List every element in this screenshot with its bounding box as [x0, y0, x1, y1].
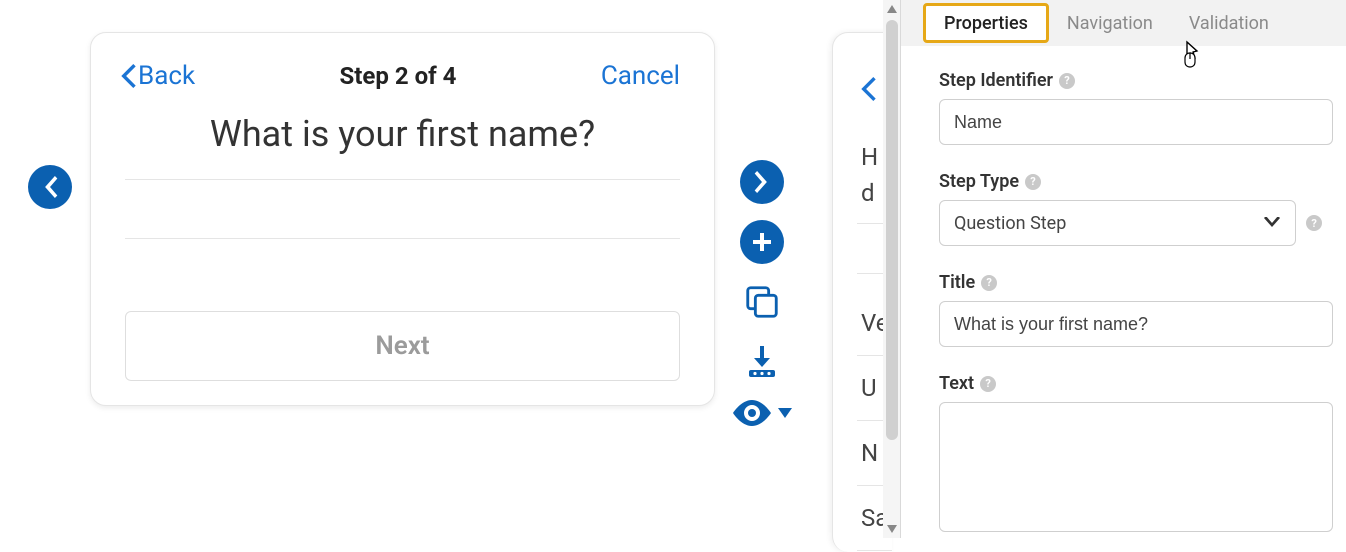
download-icon [744, 344, 780, 380]
scroll-up-button[interactable] [883, 0, 901, 18]
divider [125, 238, 680, 239]
scroll-down-button[interactable] [883, 520, 901, 538]
vertical-scrollbar[interactable] [883, 0, 901, 538]
prev-step-button[interactable] [28, 165, 72, 209]
caret-down-icon [887, 525, 897, 533]
chevron-left-icon [121, 64, 136, 88]
text-label: Text ? [939, 373, 1322, 394]
text-input[interactable] [939, 402, 1333, 532]
help-icon[interactable]: ? [1059, 73, 1075, 89]
next-label: Next [375, 331, 429, 361]
preview-button[interactable] [732, 400, 792, 426]
help-icon[interactable]: ? [1306, 215, 1322, 231]
step-indicator: Step 2 of 4 [340, 62, 457, 90]
back-label: Back [138, 61, 195, 91]
tab-properties[interactable]: Properties [923, 3, 1049, 43]
title-label: Title ? [939, 272, 1322, 293]
plus-icon [750, 230, 774, 254]
help-icon[interactable]: ? [1025, 174, 1041, 190]
next-button[interactable]: Next [125, 311, 680, 381]
caret-down-icon [778, 408, 792, 418]
chevron-left-icon [41, 176, 59, 198]
help-icon[interactable]: ? [981, 275, 997, 291]
chevron-right-icon [753, 171, 771, 193]
step-identifier-label: Step Identifier ? [939, 70, 1322, 91]
step-type-select[interactable]: Question Step [939, 200, 1296, 246]
scrollbar-thumb[interactable] [886, 20, 898, 440]
step-card: Back Step 2 of 4 Cancel What is your fir… [90, 32, 715, 406]
step-type-label: Step Type ? [939, 171, 1322, 192]
copy-icon [743, 283, 781, 321]
title-input[interactable] [939, 301, 1333, 347]
step-identifier-input[interactable] [939, 99, 1333, 145]
panel-tabs: Properties Navigation Validation [901, 0, 1346, 46]
next-step-button[interactable] [740, 160, 784, 204]
tab-navigation[interactable]: Navigation [1049, 0, 1171, 46]
tab-validation[interactable]: Validation [1171, 0, 1287, 46]
chevron-left-icon [861, 77, 876, 101]
chevron-down-icon [1263, 217, 1281, 229]
properties-panel: Properties Navigation Validation Step Id… [901, 0, 1346, 538]
caret-up-icon [887, 5, 897, 13]
question-title: What is your first name? [91, 113, 714, 155]
help-icon[interactable]: ? [980, 376, 996, 392]
step-type-value: Question Step [954, 213, 1066, 234]
divider [125, 179, 680, 180]
download-button[interactable] [740, 340, 784, 384]
eye-icon [732, 400, 772, 426]
add-step-button[interactable] [740, 220, 784, 264]
peek-text: d [861, 179, 878, 207]
back-button[interactable] [861, 77, 876, 105]
duplicate-button[interactable] [740, 280, 784, 324]
back-button[interactable]: Back [121, 61, 195, 91]
cancel-button[interactable]: Cancel [601, 61, 680, 91]
peek-text: H [861, 143, 878, 171]
